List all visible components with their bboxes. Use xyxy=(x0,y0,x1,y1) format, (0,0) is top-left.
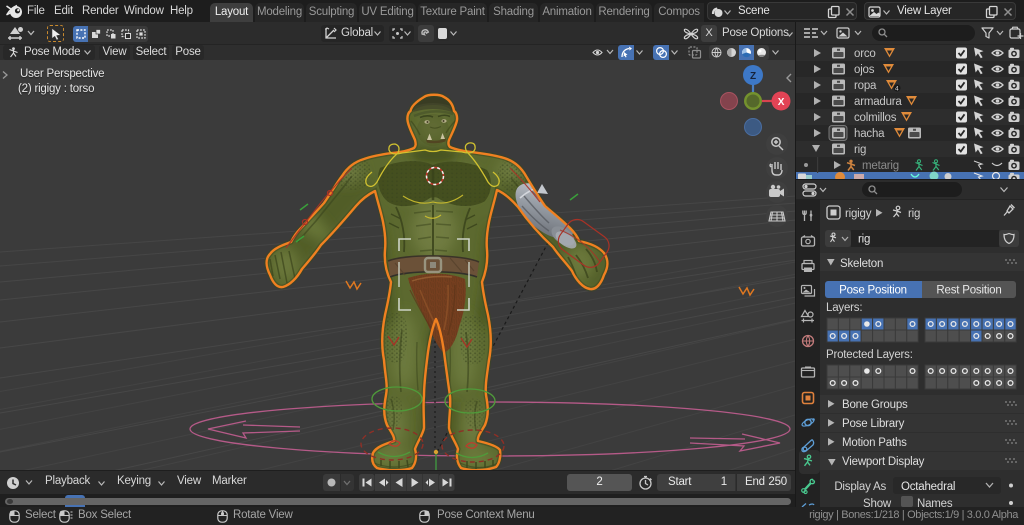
svg-text:rig: rig xyxy=(908,208,920,220)
svg-text:armadura: armadura xyxy=(854,96,902,108)
svg-text:rig: rig xyxy=(854,144,866,156)
svg-text:Display As: Display As xyxy=(834,481,886,493)
svg-text:Z: Z xyxy=(750,71,756,82)
svg-text:hacha: hacha xyxy=(854,128,885,140)
svg-text:Layers:: Layers: xyxy=(826,302,862,314)
svg-text:rigigy: rigigy xyxy=(845,208,872,220)
svg-text:X: X xyxy=(778,97,785,108)
svg-text:Pose Library: Pose Library xyxy=(842,418,905,430)
svg-text:Skeleton: Skeleton xyxy=(840,258,883,270)
svg-text:ropa: ropa xyxy=(854,80,877,92)
svg-text:colmillos: colmillos xyxy=(854,112,897,124)
svg-text:Motion Paths: Motion Paths xyxy=(842,437,907,449)
svg-text:ojos: ojos xyxy=(854,64,875,76)
svg-text:Protected Layers:: Protected Layers: xyxy=(826,349,913,361)
svg-text:Bone Groups: Bone Groups xyxy=(842,399,908,411)
svg-text:4: 4 xyxy=(895,86,899,93)
svg-text:Viewport Display: Viewport Display xyxy=(842,456,925,468)
svg-text:Octahedral: Octahedral xyxy=(901,481,955,493)
svg-text:rig: rig xyxy=(858,234,870,246)
svg-text:Show: Show xyxy=(863,498,892,507)
svg-text:Rest Position: Rest Position xyxy=(936,285,1001,297)
svg-text:Pose Position: Pose Position xyxy=(839,285,907,297)
svg-text:metarig: metarig xyxy=(862,160,899,172)
svg-text:orco: orco xyxy=(854,48,876,60)
svg-text:Names: Names xyxy=(917,498,953,507)
